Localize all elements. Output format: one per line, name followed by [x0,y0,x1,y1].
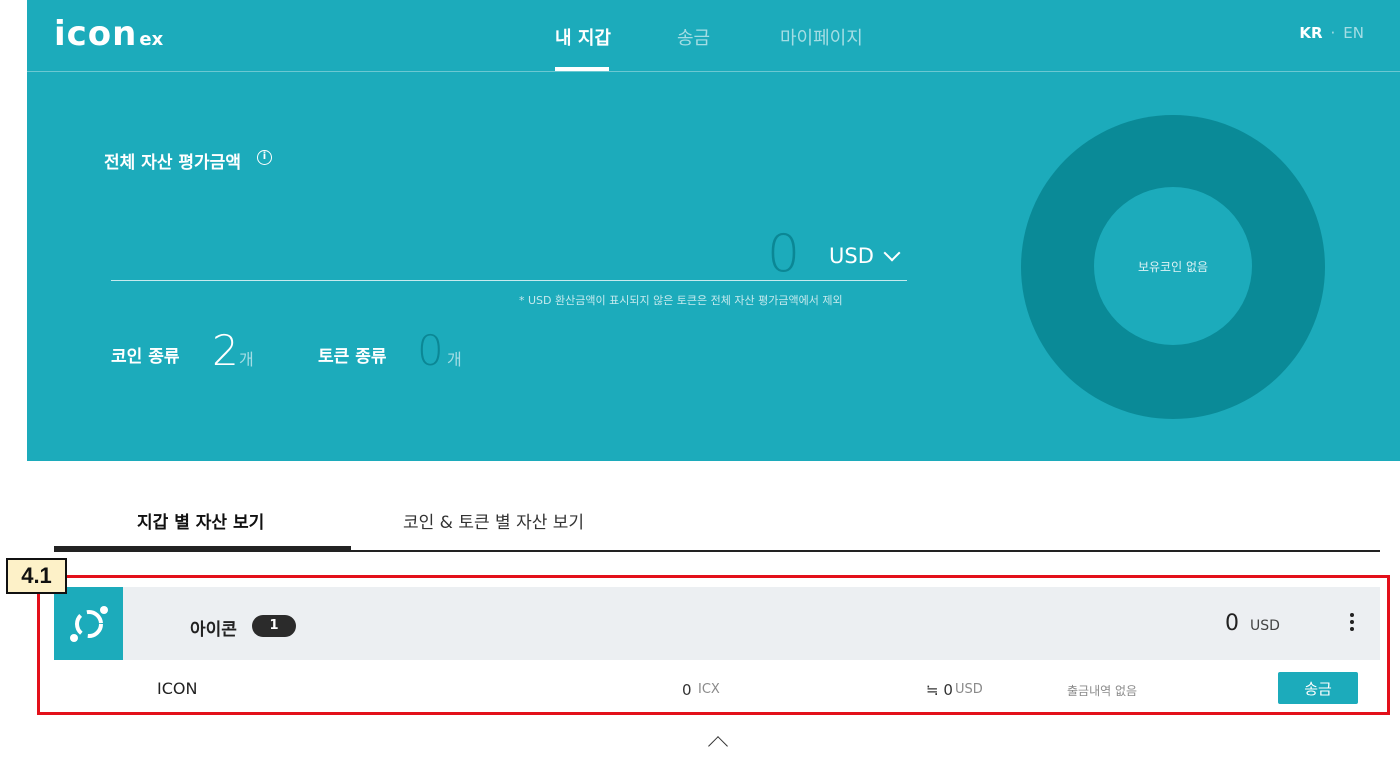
language-switch: KR · EN [1299,24,1364,42]
coin-kind-label: 코인 종류 [111,347,180,367]
total-asset-label: 전체 자산 평가금액 [104,153,241,173]
lang-kr[interactable]: KR [1299,24,1322,42]
tab-by-coin-token[interactable]: 코인 & 토큰 별 자산 보기 [403,508,584,533]
no-coins-label: 보유코인 없음 [1137,259,1209,274]
lang-separator: · [1330,24,1336,42]
logo-sub: ex [139,29,164,50]
token-kind-label: 토큰 종류 [318,347,387,367]
tab-by-wallet[interactable]: 지갑 별 자산 보기 [137,508,264,533]
nav-mypage[interactable]: 마이페이지 [780,24,863,50]
token-kind-unit: 개 [447,350,462,369]
asset-donut-chart: 보유코인 없음 [1021,115,1325,419]
chevron-up-icon[interactable] [708,736,728,756]
coin-kind-unit: 개 [239,350,254,369]
lang-en[interactable]: EN [1343,24,1364,42]
amount-divider [111,280,907,281]
usd-exclusion-note: * USD 환산금액이 표시되지 않은 토큰은 전체 자산 평가금액에서 제외 [519,294,843,307]
info-icon[interactable]: i [257,150,272,165]
total-amount: 0 [767,224,801,284]
currency-label: USD [829,244,874,268]
chevron-down-icon [883,244,901,262]
annotation-tag: 4.1 [6,558,67,594]
coin-kind-count: 2 [212,326,239,375]
hero-panel: icon ex 내 지갑 송금 마이페이지 KR · EN 전체 자산 평가금액 i … [27,0,1400,461]
logo-main: icon [54,14,138,54]
annotation-highlight-box [37,575,1390,715]
token-kind-count: 0 [417,326,444,375]
donut-center: 보유코인 없음 [1094,187,1252,345]
nav-active-underline [555,67,609,71]
currency-select[interactable]: USD [829,244,901,268]
top-header: icon ex 내 지갑 송금 마이페이지 KR · EN [27,0,1400,72]
nav-my-wallet[interactable]: 내 지갑 [555,24,611,50]
nav-send[interactable]: 송금 [677,24,710,50]
icon-logo[interactable]: icon ex [54,14,163,54]
asset-view-tabs: 지갑 별 자산 보기 코인 & 토큰 별 자산 보기 [54,490,1380,552]
tab-active-underline [54,546,351,551]
